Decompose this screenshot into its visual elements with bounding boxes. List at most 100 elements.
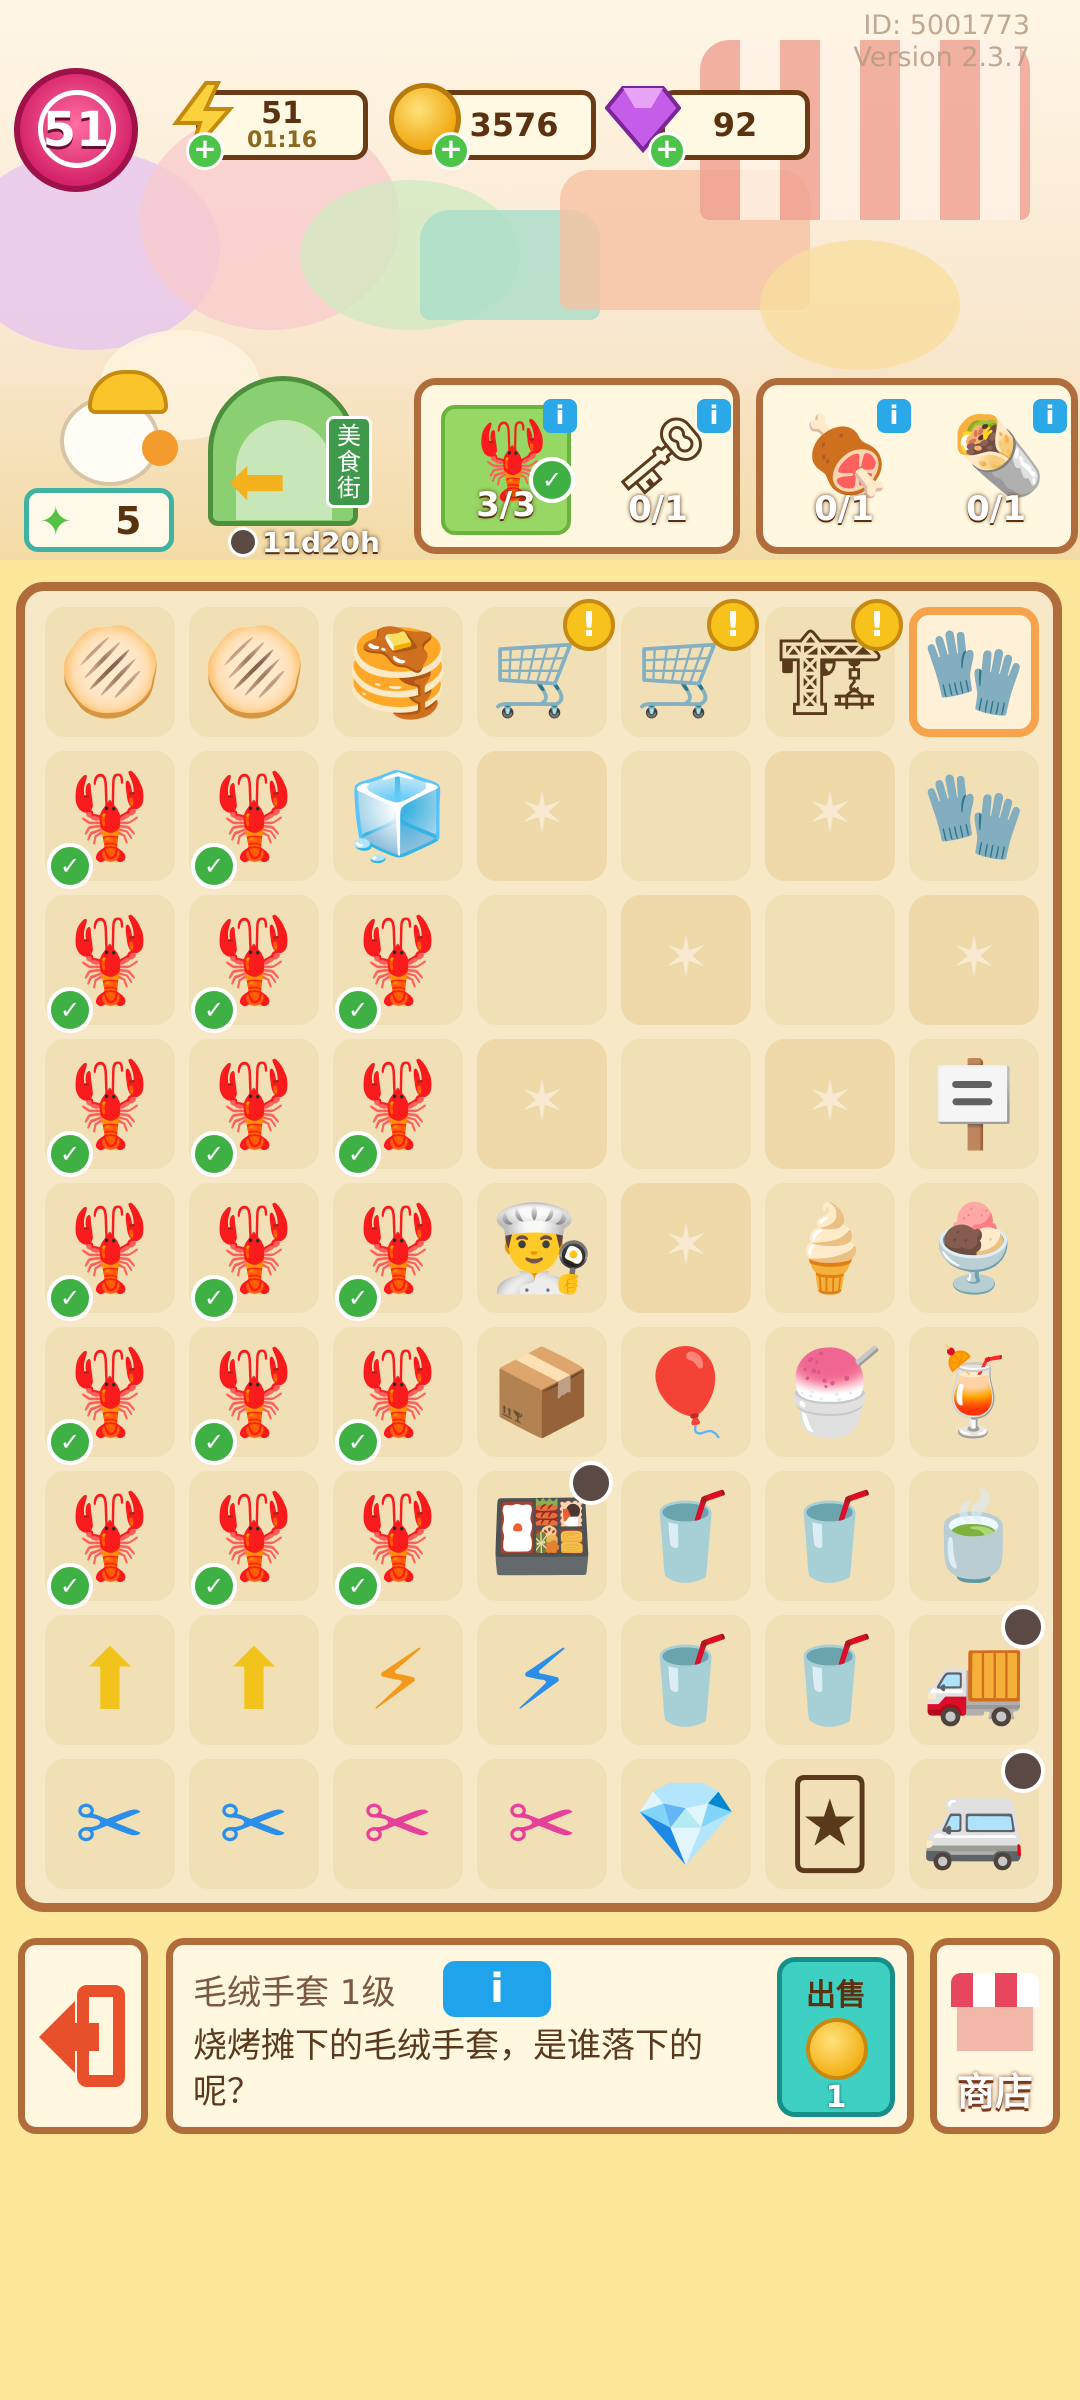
item-description: 烧烤摊下的毛绒手套，是谁落下的呢？ [193, 2026, 703, 2112]
coin-value: 3576 [469, 106, 559, 144]
check-icon: ✓ [335, 987, 381, 1033]
chef-hat-icon[interactable]: 👨‍🍳 [477, 1183, 607, 1313]
energy-blue-icon[interactable]: ⚡ [477, 1615, 607, 1745]
boxes-icon[interactable]: 📦 [477, 1327, 607, 1457]
version-info: ID: 5001773 Version 2.3.7 [853, 10, 1030, 74]
burrito-icon: 🌯 [951, 411, 1046, 500]
event-sign: 美食街 [326, 416, 372, 508]
player-id-text: ID: 5001773 [863, 10, 1030, 41]
check-icon: ✓ [191, 1419, 237, 1465]
check-icon: ✓ [47, 1131, 93, 1177]
clock-icon [228, 527, 258, 557]
info-icon[interactable]: i [877, 399, 911, 433]
item-info-panel: 毛绒手套 1级 i 烧烤摊下的毛绒手套，是谁落下的呢？ 出售 1 [166, 1938, 914, 2134]
drink-icon[interactable]: 🥤 [765, 1615, 895, 1745]
check-icon: ✓ [191, 1131, 237, 1177]
coin-icon [806, 2018, 868, 2080]
teacups-icon[interactable]: 🍵 [909, 1471, 1039, 1601]
clock-icon [569, 1461, 613, 1505]
duck-character[interactable] [30, 366, 180, 496]
alert-icon: ! [563, 599, 615, 651]
sell-label: 出售 [806, 1978, 866, 2013]
ice-cream-icon[interactable]: 🍦 [765, 1183, 895, 1313]
info-icon[interactable]: i [697, 399, 731, 433]
pancake-icon[interactable]: 🫓 [45, 607, 175, 737]
star-counter[interactable]: ✦ 5 [24, 488, 174, 552]
check-icon: ✓ [47, 843, 93, 889]
check-icon: ✓ [47, 987, 93, 1033]
locked-cell[interactable] [621, 895, 751, 1025]
fridge-icon[interactable]: 🧊 [333, 751, 463, 881]
alert-icon: ! [851, 599, 903, 651]
shop-button[interactable]: 商店 [930, 1938, 1060, 2134]
pancake-icon[interactable]: 🫓 [189, 607, 319, 737]
check-icon: ✓ [191, 987, 237, 1033]
locked-cell[interactable] [477, 1039, 607, 1169]
check-icon: ✓ [335, 1275, 381, 1321]
ice-cream-cup-icon[interactable]: 🍧 [765, 1327, 895, 1457]
check-icon: ✓ [47, 1275, 93, 1321]
version-text: Version 2.3.7 [853, 42, 1030, 73]
pancake-stack-icon[interactable]: 🥞 [333, 607, 463, 737]
clock-icon [1001, 1605, 1045, 1649]
info-icon[interactable]: i [1033, 399, 1067, 433]
upgrade-card-icon[interactable]: ⬆ [189, 1615, 319, 1745]
locked-cell[interactable] [621, 1183, 751, 1313]
check-icon: ✓ [335, 1563, 381, 1609]
keys-icon: 🗝 [613, 411, 710, 500]
locked-cell[interactable] [765, 1039, 895, 1169]
empty-cell[interactable] [477, 895, 607, 1025]
energy-value: 51 [261, 96, 303, 131]
mitten-icon[interactable]: 🧤 [909, 607, 1039, 737]
player-level-badge[interactable]: 51 [14, 68, 138, 192]
parfait-icon[interactable]: 🍹 [909, 1327, 1039, 1457]
scissors-blue-icon[interactable]: ✂ [189, 1759, 319, 1889]
card-icon[interactable]: 🃏 [765, 1759, 895, 1889]
check-icon: ✓ [191, 1563, 237, 1609]
energy-timer: 01:16 [246, 128, 318, 153]
sundae-icon[interactable]: 🍨 [909, 1183, 1039, 1313]
exit-button[interactable] [18, 1938, 148, 2134]
locked-cell[interactable] [477, 751, 607, 881]
food-street-event[interactable]: ⬅ 美食街 [208, 376, 378, 526]
upgrade-card-icon[interactable]: ⬆ [45, 1615, 175, 1745]
locked-cell[interactable] [765, 751, 895, 881]
player-level: 51 [42, 102, 110, 158]
order-count: 0/1 [628, 489, 688, 529]
empty-cell[interactable] [621, 751, 751, 881]
shop-icon [951, 1973, 1039, 2053]
add-energy-button[interactable]: + [186, 132, 224, 170]
drink-icon[interactable]: 🥤 [621, 1615, 751, 1745]
locked-cell[interactable] [909, 895, 1039, 1025]
order-panel-1: 🦞 3/3 ✓ i 🗝 0/1 i [414, 378, 740, 554]
empty-cell[interactable] [765, 895, 895, 1025]
drink-icon[interactable]: 🥤 [765, 1471, 895, 1601]
scissors-blue-icon[interactable]: ✂ [45, 1759, 175, 1889]
event-timer: 11d20h [228, 524, 380, 560]
star-count: 5 [115, 499, 142, 543]
energy-orange-icon[interactable]: ⚡ [333, 1615, 463, 1745]
drink-icon[interactable]: 🥤 [621, 1471, 751, 1601]
arrow-icon: ⬅ [228, 440, 287, 522]
order-panel-2: 🍖 0/1 i 🌯 0/1 i [756, 378, 1078, 554]
check-icon: ✓ [191, 1275, 237, 1321]
gem-pink-icon[interactable]: 💎 [621, 1759, 751, 1889]
scissors-pink-icon[interactable]: ✂ [477, 1759, 607, 1889]
item-name: 毛绒手套 1级 [193, 1973, 396, 2013]
gem-value: 92 [712, 106, 758, 144]
order-count: 0/1 [966, 489, 1026, 529]
balloons-icon[interactable]: 🎈 [621, 1327, 751, 1457]
scissors-pink-icon[interactable]: ✂ [333, 1759, 463, 1889]
add-gems-button[interactable]: + [648, 132, 686, 170]
open-sign-icon[interactable]: 🪧 [909, 1039, 1039, 1169]
mitten-duck-icon[interactable]: 🧤 [909, 751, 1039, 881]
empty-cell[interactable] [621, 1039, 751, 1169]
info-icon[interactable]: i [543, 399, 577, 433]
add-coins-button[interactable]: + [432, 132, 470, 170]
shop-label: 商店 [956, 2070, 1033, 2114]
order-count: 0/1 [814, 489, 874, 529]
sell-value: 1 [825, 2080, 847, 2115]
item-info-button[interactable]: i [443, 1961, 551, 2017]
sell-button[interactable]: 出售 1 [777, 1957, 895, 2117]
star-icon: ✦ [39, 499, 73, 545]
